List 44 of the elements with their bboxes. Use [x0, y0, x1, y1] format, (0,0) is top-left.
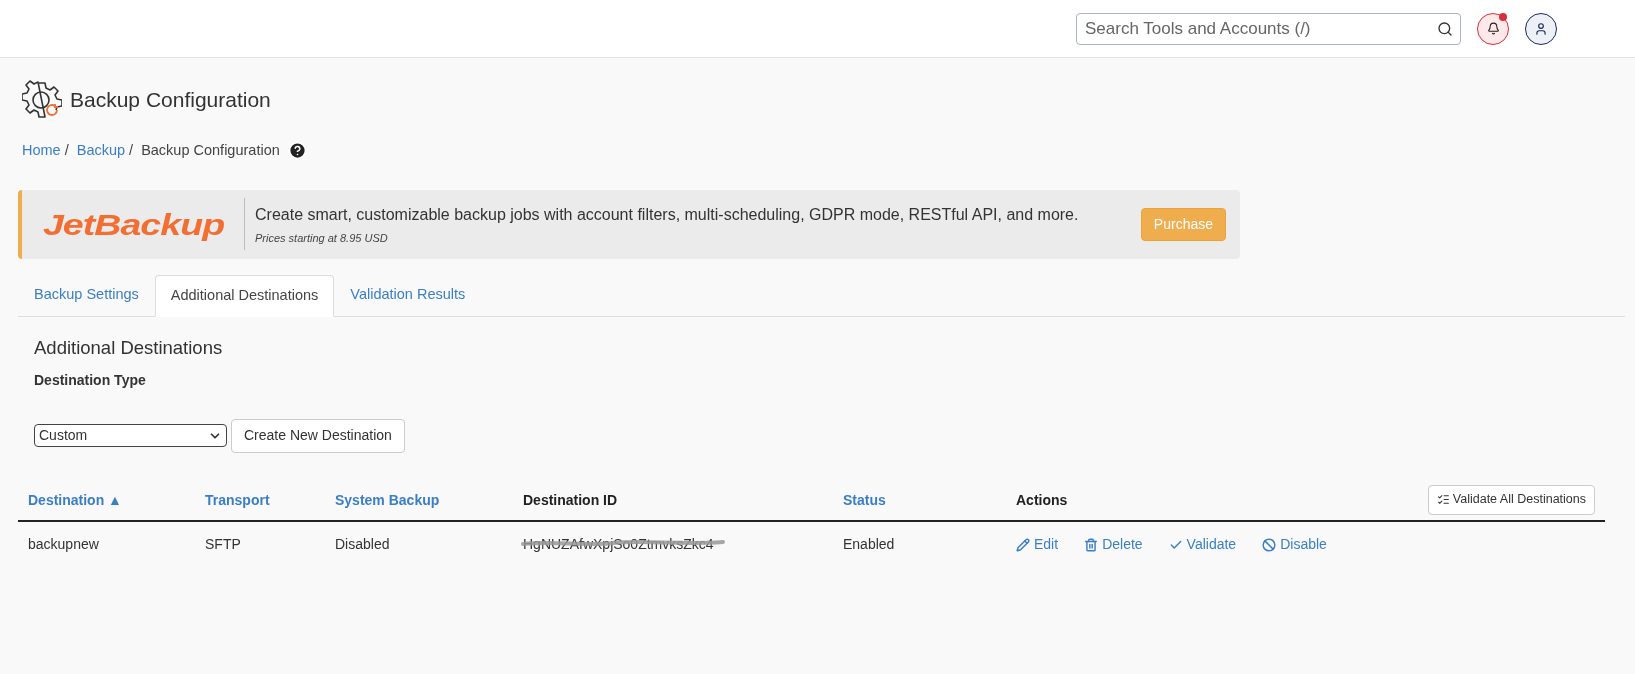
table-cell: Enabled: [843, 536, 895, 552]
help-icon[interactable]: [287, 141, 307, 161]
jetbackup-logo: JetBackup: [42, 206, 224, 243]
column-header[interactable]: Status: [843, 491, 886, 508]
banner-text: Create smart, customizable backup jobs with account filters, multi-scheduling, GDPR mode, RESTful API, and more.: [255, 204, 1080, 225]
create-destination-button[interactable]: Create New Destination: [231, 418, 405, 453]
field-label: Destination Type: [34, 370, 147, 390]
pencil-icon: [1016, 537, 1030, 552]
column-header: Actions: [1016, 491, 1068, 508]
table-cell: HgNUZAfwXpjSo0ZtmvksZkc4: [523, 536, 714, 552]
action-link[interactable]: Edit: [1016, 534, 1059, 555]
trash-icon: [1084, 537, 1099, 552]
column-header[interactable]: Transport: [205, 491, 270, 508]
breadcrumb-link[interactable]: Home: [22, 140, 61, 162]
action-link[interactable]: Delete: [1084, 534, 1143, 555]
breadcrumb-current: Backup Configuration: [141, 141, 280, 160]
destination-type-select[interactable]: Custom: [34, 424, 227, 447]
price-note: Prices starting at 8.95 USD: [255, 230, 389, 246]
search-icon: [1437, 20, 1453, 37]
column-header[interactable]: System Backup: [335, 491, 440, 508]
tab[interactable]: Validation Results: [334, 273, 482, 316]
prohibited-icon: [1262, 537, 1277, 552]
bell-icon: [1486, 22, 1500, 35]
breadcrumb-separator: /: [64, 141, 69, 160]
table-cell: SFTP: [205, 536, 241, 552]
gear-refresh-icon: [22, 80, 62, 120]
column-header[interactable]: Destination ▲: [28, 491, 122, 508]
action-link[interactable]: Validate: [1168, 534, 1237, 555]
table-cell: backupnew: [28, 536, 99, 552]
tab[interactable]: Backup Settings: [18, 273, 155, 316]
table-cell: Disabled: [335, 536, 390, 552]
notifications-button[interactable]: [1477, 12, 1509, 45]
tab[interactable]: Additional Destinations: [154, 274, 335, 317]
validate-all-button[interactable]: Validate All Destinations: [1427, 484, 1595, 515]
page-title: Backup Configuration: [70, 87, 271, 114]
breadcrumb-link[interactable]: Backup: [76, 140, 126, 162]
user-icon: [1534, 21, 1548, 36]
checklist-icon: [1436, 493, 1450, 506]
section-title: Additional Destinations: [34, 335, 224, 360]
breadcrumb-separator: /: [129, 141, 134, 160]
column-header: Destination ID: [523, 491, 618, 508]
action-link[interactable]: Disable: [1262, 534, 1327, 555]
account-button[interactable]: [1525, 12, 1557, 45]
search-field[interactable]: Search Tools and Accounts (/): [1076, 12, 1461, 45]
